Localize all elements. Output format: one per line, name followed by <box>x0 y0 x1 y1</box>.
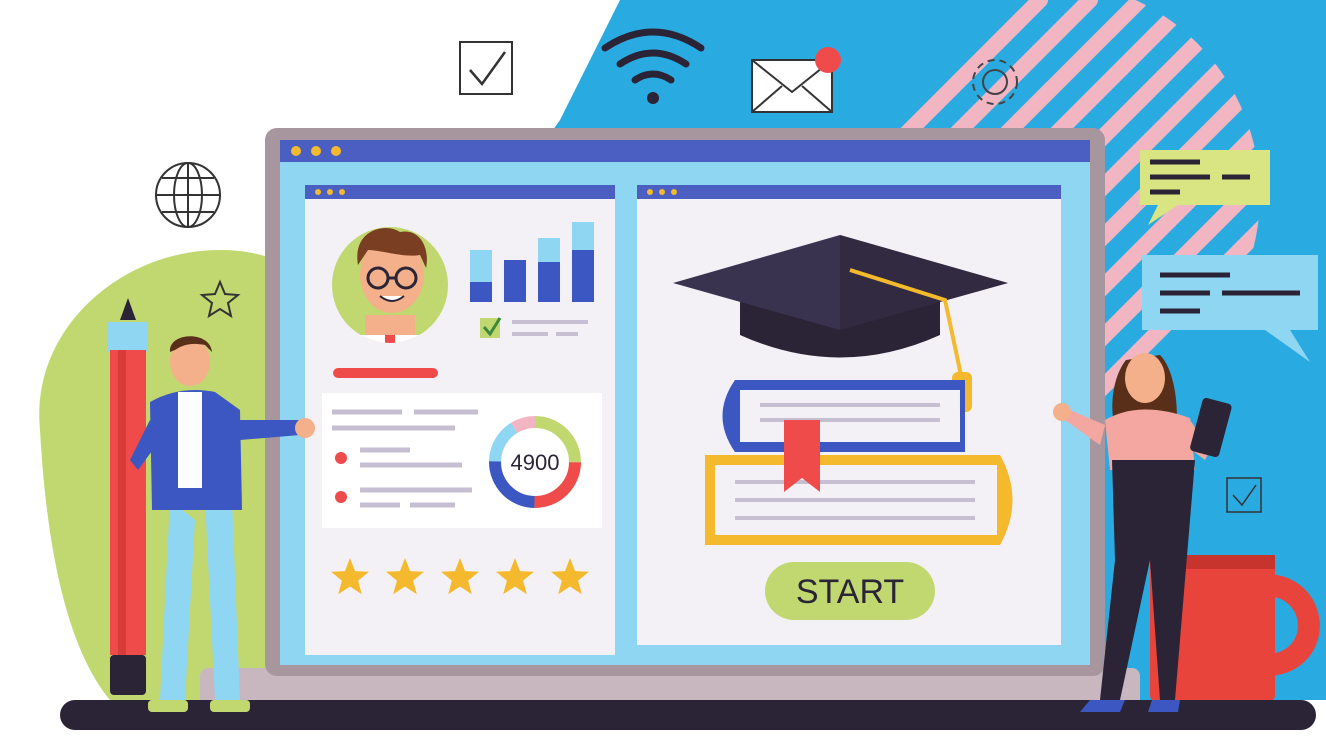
laptop-base <box>60 668 1316 730</box>
illustration-scene: 4900 START <box>39 0 1326 730</box>
pencil <box>108 298 148 695</box>
score-value: 4900 <box>511 450 560 475</box>
name-placeholder-bar <box>333 368 438 378</box>
profile-panel: 4900 <box>305 185 615 655</box>
globe-icon <box>155 162 221 228</box>
stats-card <box>322 393 602 528</box>
checkbox-icon <box>459 41 513 95</box>
start-button-label: START <box>796 573 904 611</box>
course-panel: START <box>637 185 1061 645</box>
start-button[interactable]: START <box>765 562 935 620</box>
